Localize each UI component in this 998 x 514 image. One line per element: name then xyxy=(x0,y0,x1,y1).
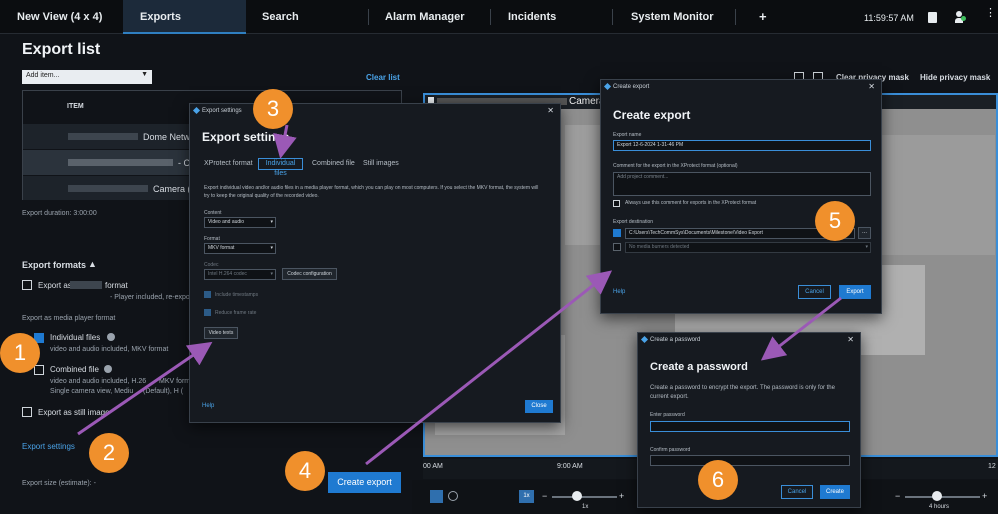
step-5-marker: 5 xyxy=(815,201,855,241)
step-1-marker: 1 xyxy=(0,333,40,373)
step-2-marker: 2 xyxy=(89,433,129,473)
step-3-marker: 3 xyxy=(253,89,293,129)
arrow-to-create-export-dialog xyxy=(365,270,613,466)
step-6-marker: 6 xyxy=(698,460,738,500)
arrow-to-individual-files-tab xyxy=(273,124,297,159)
step-4-marker: 4 xyxy=(285,451,325,491)
arrow-to-export-settings-dialog xyxy=(77,341,213,436)
annotation-arrows xyxy=(77,124,842,466)
arrow-to-password-dialog xyxy=(760,296,842,361)
